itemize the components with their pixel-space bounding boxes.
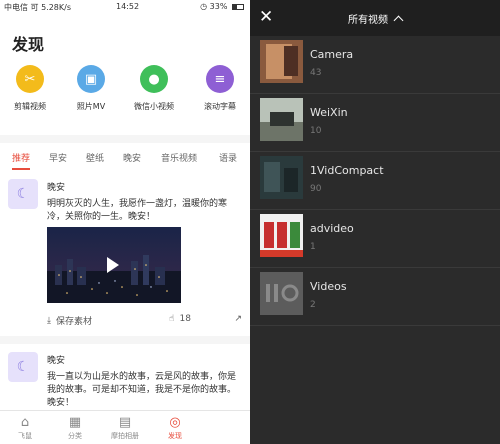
album-name: Camera [310,48,354,61]
like-button[interactable]: ☝ 18 [169,314,191,324]
album-count: 1 [310,242,316,252]
compass-icon: ◎ [169,415,181,430]
album-count: 43 [310,68,322,78]
battery-status: ◷ 33% [200,2,244,11]
album-dropdown[interactable]: 所有视频 [348,11,404,26]
status-bar: 中电信 可 5.28K/s 14:52 ◷ 33% [0,0,250,15]
bottom-nav: ⌂ 飞鼠 ▦ 分类 ▤ 摩拍相册 ◎ 发现 [0,410,250,444]
battery-icon [232,3,244,10]
post-author[interactable]: 晚安 [47,353,65,366]
alarm-icon: ◷ [200,2,208,11]
photo-icon: ▣ [77,65,105,93]
tool-photo-mv[interactable]: ▣ 照片MV [63,65,119,112]
video-picker-screen: ✕ 所有视频 Camera 43 WeiXin 10 1VidCompact 9… [250,0,500,444]
share-icon[interactable]: ↗ [234,314,242,324]
album-name: WeiXin [310,106,348,119]
tab-quotes[interactable]: 语录 [219,151,237,164]
tab-music-video[interactable]: 音乐视频 [161,151,197,164]
post-text: 我一直以为山是水的故事，云是风的故事，你是我的故事。可是却不知道，我是不是你的故… [47,372,237,408]
tab-wallpaper[interactable]: 壁纸 [86,151,104,164]
moon-avatar-icon[interactable]: ☾ [8,179,38,209]
album-thumbnail [260,156,303,199]
album-thumbnail [260,98,303,141]
nav-home[interactable]: ⌂ 飞鼠 [5,414,45,441]
album-name: advideo [310,222,354,235]
tool-scroll-subtitle[interactable]: ≡ 滚动字幕 [192,65,248,112]
album-name: Videos [310,280,347,293]
album-icon: ▤ [118,415,132,430]
post-author[interactable]: 晚安 [47,180,65,193]
home-icon: ⌂ [20,415,30,430]
post-text: 明明灰灭的人生，我愿作一盏灯，温暖你的寒冷，关照你的一生。晚安！ [47,199,228,222]
play-icon[interactable] [107,257,119,273]
save-material-button[interactable]: ⤓ 保存素材 [47,314,92,328]
like-count: 18 [179,314,191,324]
album-name: 1VidCompact [310,164,384,177]
tool-label: 剪辑视频 [14,102,46,111]
album-row[interactable]: Videos 2 [250,268,500,326]
discover-screen: 中电信 可 5.28K/s 14:52 ◷ 33% 发现 ✂ 剪辑视频 ▣ 照片… [0,0,250,444]
album-row[interactable]: 1VidCompact 90 [250,152,500,210]
tool-label: 滚动字幕 [204,102,236,111]
moon-avatar-icon[interactable]: ☾ [8,352,38,382]
album-thumbnail [260,214,303,257]
nav-label: 发现 [168,432,182,440]
tool-label: 微信小视频 [134,102,174,111]
subtitle-icon: ≡ [206,65,234,93]
carrier-speed: 中电信 可 5.28K/s [4,3,72,12]
album-row[interactable]: Camera 43 [250,36,500,94]
battery-percent: 33% [209,2,228,11]
tool-edit-video[interactable]: ✂ 剪辑视频 [2,65,58,112]
album-row[interactable]: WeiXin 10 [250,94,500,152]
page-title: 发现 [12,35,45,54]
tool-wechat-video[interactable]: ● 微信小视频 [126,65,182,112]
chevron-up-icon [393,15,404,26]
album-count: 2 [310,300,316,310]
picker-title: 所有视频 [348,15,388,26]
tab-goodnight[interactable]: 晚安 [123,151,141,164]
picker-header: ✕ 所有视频 [250,0,500,36]
download-icon: ⤓ [47,315,51,326]
feed-post: ☾ 晚安 我一直以为山是水的故事，云是风的故事，你是我的故事。可是却不知道，我是… [0,344,250,410]
active-tab-indicator [12,168,30,170]
nav-category[interactable]: ▦ 分类 [55,414,95,441]
nav-discover[interactable]: ◎ 发现 [155,414,195,441]
video-thumbnail[interactable] [47,227,181,303]
nav-label: 飞鼠 [18,432,32,440]
thumbs-up-icon: ☝ [169,314,175,324]
tool-label: 照片MV [76,102,106,111]
nav-album[interactable]: ▤ 摩拍相册 [105,414,145,441]
feed-post: ☾ 晚安 明明灰灭的人生，我愿作一盏灯，温暖你的寒冷，关照你的一生。晚安！ ⤓ … [0,171,250,336]
grid-icon: ▦ [68,415,82,430]
clock: 14:52 [116,2,140,11]
album-row[interactable]: advideo 1 [250,210,500,268]
close-icon[interactable]: ✕ [259,6,273,28]
album-count: 10 [310,126,322,136]
scissors-icon: ✂ [16,65,44,93]
post-actions: ⤓ 保存素材 ☝ 18 ↗ [47,314,242,330]
category-tabs: 推荐 早安 壁纸 晚安 音乐视频 语录 [0,143,250,171]
discover-header: 发现 ✂ 剪辑视频 ▣ 照片MV ● 微信小视频 ≡ 滚动字幕 [0,15,250,135]
nav-label: 摩拍相册 [111,432,139,440]
album-count: 90 [310,184,322,194]
album-thumbnail [260,40,303,83]
nav-label: 分类 [68,432,82,440]
wechat-icon: ● [140,65,168,93]
tab-morning[interactable]: 早安 [49,151,67,164]
tab-recommend[interactable]: 推荐 [12,151,30,164]
save-label: 保存素材 [55,317,92,327]
album-thumbnail [260,272,303,315]
